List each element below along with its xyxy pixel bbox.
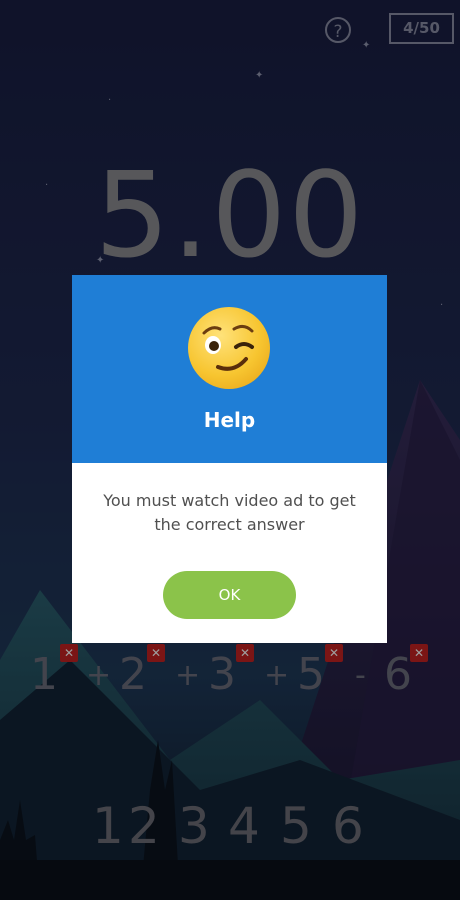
dialog-header: Help [72,275,387,463]
dialog-message: You must watch video ad to get the corre… [103,491,356,534]
help-dialog: Help You must watch video ad to get the … [72,275,387,643]
winking-face-features [202,324,254,371]
winking-face-icon [188,307,270,389]
dialog-title: Help [203,408,256,432]
ok-button[interactable]: OK [163,571,296,619]
